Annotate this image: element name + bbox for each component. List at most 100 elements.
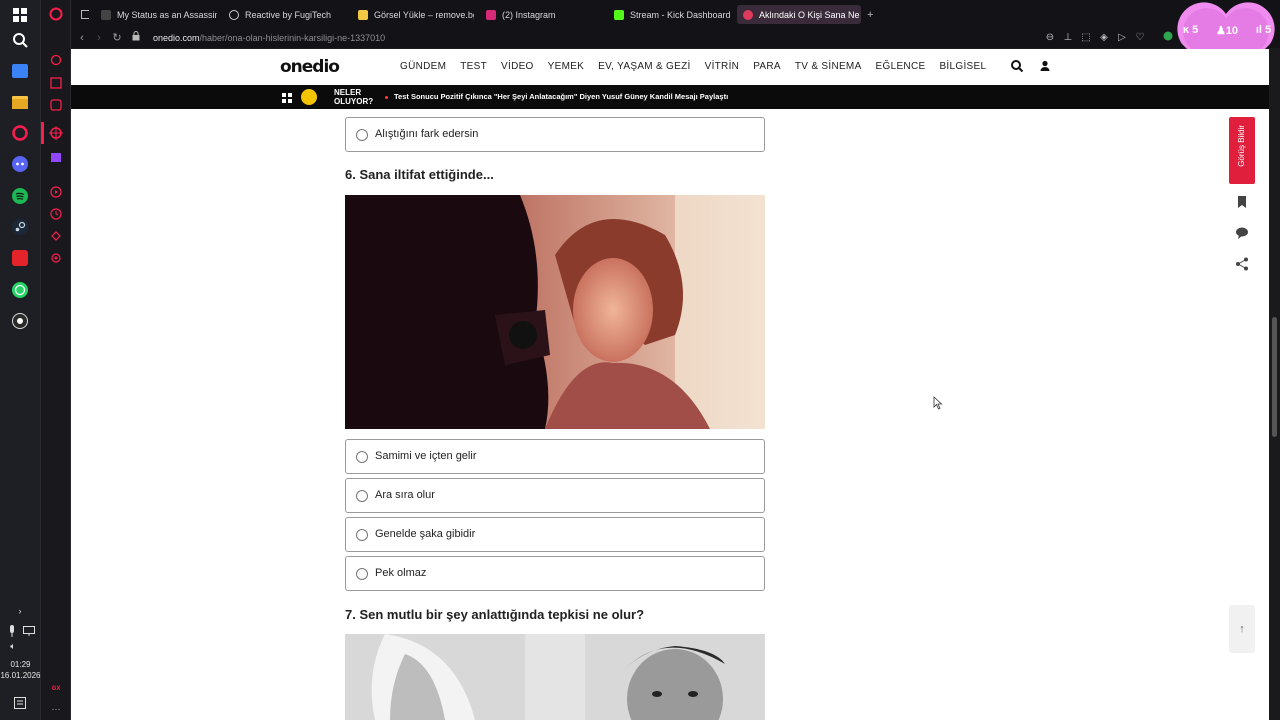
tab-label: Görsel Yükle – remove.bg — [374, 9, 474, 20]
snapshot-icon[interactable]: ⬚ — [1079, 31, 1093, 45]
tab-label: (2) Instagram — [502, 9, 556, 20]
share-icon[interactable] — [1234, 256, 1250, 272]
nav-item-vitrin[interactable]: VİTRİN — [705, 61, 740, 72]
radio-button[interactable] — [356, 129, 368, 141]
option-label: Ara sıra olur — [375, 489, 435, 501]
question-6-image — [345, 195, 765, 429]
windows-start-icon[interactable] — [11, 6, 29, 24]
page-scrollbar[interactable] — [1269, 49, 1280, 720]
feedback-button[interactable]: Görüş Bildir — [1229, 117, 1255, 184]
nav-item-ev-yasam[interactable]: EV, YAŞAM & GEZİ — [598, 61, 690, 72]
opera-menu-icon[interactable] — [49, 7, 63, 21]
question-7-image — [345, 634, 765, 720]
new-tab-button[interactable]: + — [865, 5, 879, 24]
tray-expand-icon[interactable]: › — [11, 606, 29, 616]
extensions-icon[interactable] — [49, 229, 63, 243]
overlay-stat-value: 5 — [1264, 24, 1272, 36]
ticker-bullet — [385, 96, 388, 99]
desktop-app-icon[interactable] — [11, 62, 29, 80]
prev-question-option[interactable]: Alıştığını fark edersin — [345, 117, 765, 152]
option-label: Samimi ve içten gelir — [375, 450, 477, 462]
screen: › 🔈︎ 01:29 16.01.2026 GX ⋯ My Status as … — [0, 0, 1280, 720]
tab-removebg[interactable]: Görsel Yükle – remove.bg — [352, 5, 474, 24]
obs-icon[interactable] — [11, 312, 29, 330]
clock-time[interactable]: 01:29 — [0, 660, 41, 670]
user-icon[interactable] — [1038, 59, 1052, 73]
site-logo[interactable]: onedio — [280, 57, 340, 77]
option-label: Alıştığını fark edersin — [375, 128, 479, 140]
heart-icon[interactable]: ♡ — [1133, 31, 1147, 45]
scroll-to-top-button[interactable]: ↑ — [1229, 605, 1255, 653]
url-field[interactable]: onedio.com/haber/ona-olan-hislerinin-kar… — [153, 31, 385, 45]
nav-item-para[interactable]: PARA — [753, 61, 781, 72]
gx-crosshair-icon[interactable] — [49, 126, 63, 140]
nav-item-video[interactable]: VİDEO — [501, 61, 534, 72]
site-header: onedio GÜNDEM TEST VİDEO YEMEK EV, YAŞAM… — [71, 49, 1269, 85]
overlay-stat-value: 5 — [1192, 24, 1199, 36]
forward-icon[interactable]: › — [91, 30, 107, 46]
settings-icon[interactable] — [49, 251, 63, 265]
nav-item-eglence[interactable]: EĞLENCE — [876, 61, 926, 72]
steam-icon[interactable] — [11, 218, 29, 236]
tab-favicon-icon — [358, 9, 368, 20]
neler-oluyor-icon — [301, 89, 317, 105]
discord-icon[interactable] — [11, 155, 29, 173]
clock-date[interactable]: 16.01.2026 — [0, 671, 41, 681]
volume-icon[interactable]: 🔈︎ — [6, 637, 20, 655]
nav-item-test[interactable]: TEST — [460, 61, 487, 72]
scrollbar-thumb[interactable] — [1272, 317, 1277, 437]
comments-icon[interactable] — [1234, 225, 1250, 241]
tab-label: Aklındaki O Kişi Sana Ne H — [759, 9, 861, 20]
option-samimi[interactable]: Samimi ve içten gelir — [345, 439, 765, 474]
question-6-title: 6. Sana iltifat ettiğinde... — [345, 167, 494, 182]
pin-icon[interactable]: ⊥ — [1061, 31, 1075, 45]
search-icon[interactable] — [1010, 59, 1024, 73]
tab-instagram[interactable]: (2) Instagram — [480, 5, 602, 24]
tab-favicon-icon — [486, 9, 496, 20]
radio-button[interactable] — [356, 529, 368, 541]
whatsapp-icon[interactable] — [11, 281, 29, 299]
option-ara-sira[interactable]: Ara sıra olur — [345, 478, 765, 513]
gx-active-indicator — [41, 122, 44, 144]
nav-item-gundem[interactable]: GÜNDEM — [400, 61, 446, 72]
gx-corner-icon[interactable] — [49, 76, 63, 90]
spotify-icon[interactable] — [11, 187, 29, 205]
option-saka-gibi[interactable]: Genelde şaka gibidir — [345, 517, 765, 552]
nav-item-yemek[interactable]: YEMEK — [548, 61, 585, 72]
file-explorer-icon[interactable] — [11, 93, 29, 111]
ticker-headline[interactable]: Test Sonucu Pozitif Çıkınca "Her Şeyi An… — [394, 92, 728, 101]
more-icon[interactable]: ⋯ — [49, 702, 63, 716]
gx-player-icon[interactable] — [49, 98, 63, 112]
tab-favicon-icon — [743, 9, 753, 20]
back-icon[interactable]: ‹ — [74, 30, 90, 46]
radio-button[interactable] — [356, 490, 368, 502]
gx-control-icon[interactable] — [49, 53, 63, 67]
red-app-icon[interactable] — [11, 249, 29, 267]
nav-item-bilgisel[interactable]: BİLGİSEL — [939, 61, 986, 72]
radio-button[interactable] — [356, 451, 368, 463]
opera-gx-icon[interactable] — [11, 124, 29, 142]
lock-icon[interactable] — [128, 30, 144, 46]
tab-onedio-active[interactable]: Aklındaki O Kişi Sana Ne H — [737, 5, 861, 24]
twitch-icon[interactable] — [49, 151, 63, 165]
bookmark-add-icon[interactable] — [1234, 194, 1250, 210]
windows-taskbar: › 🔈︎ 01:29 16.01.2026 — [0, 0, 41, 720]
tab-reactive[interactable]: Reactive by FugiTech — [223, 5, 345, 24]
tab-kick[interactable]: Stream - Kick Dashboard — [608, 5, 730, 24]
radio-button[interactable] — [356, 568, 368, 580]
flow-icon[interactable]: ▷ — [1115, 31, 1129, 45]
history-play-icon[interactable] — [49, 185, 63, 199]
shield-icon[interactable]: ◈ — [1097, 31, 1111, 45]
nav-item-tv-sinema[interactable]: TV & SİNEMA — [795, 61, 862, 72]
display-icon[interactable] — [22, 622, 36, 640]
notifications-icon[interactable] — [11, 694, 29, 712]
clock-icon[interactable] — [49, 207, 63, 221]
sidebar-toggle-tab[interactable] — [75, 5, 95, 24]
extension-icon[interactable] — [1161, 31, 1175, 45]
search-icon[interactable] — [11, 31, 29, 49]
category-grid-icon[interactable] — [282, 91, 293, 103]
option-pek-olmaz[interactable]: Pek olmaz — [345, 556, 765, 591]
reload-icon[interactable]: ↻ — [109, 30, 125, 46]
tab-assassin[interactable]: My Status as an Assassin — [95, 5, 217, 24]
zoom-icon[interactable]: ⊖ — [1043, 31, 1057, 45]
